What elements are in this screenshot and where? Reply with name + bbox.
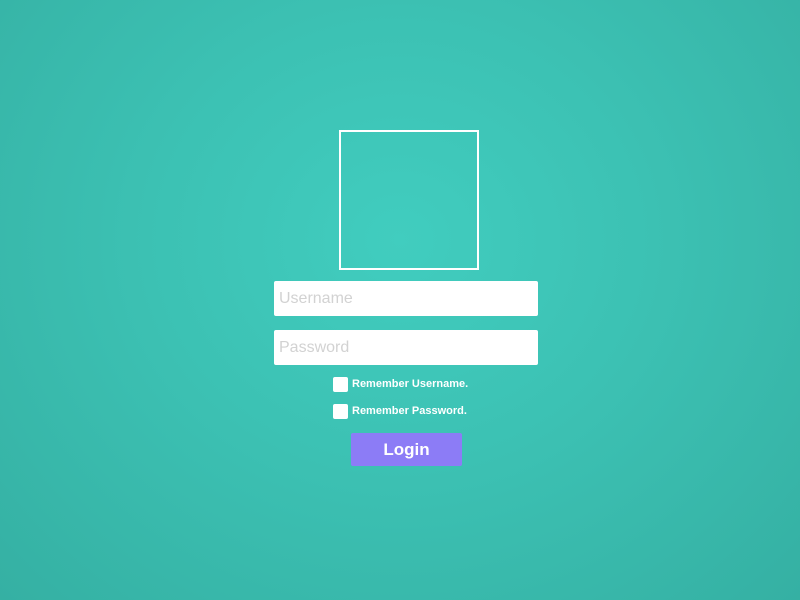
- remember-username-label: Remember Username.: [352, 378, 469, 390]
- logo-placeholder: [339, 130, 479, 270]
- remember-password-checkbox[interactable]: [333, 403, 348, 419]
- remember-username-row[interactable]: Remember Username.: [333, 376, 468, 392]
- password-input[interactable]: [274, 330, 538, 365]
- remember-username-checkbox[interactable]: [333, 376, 348, 392]
- remember-password-label: Remember Password.: [352, 405, 467, 417]
- username-input[interactable]: [274, 281, 538, 316]
- remember-password-row[interactable]: Remember Password.: [333, 403, 467, 419]
- login-button[interactable]: Login: [351, 433, 462, 466]
